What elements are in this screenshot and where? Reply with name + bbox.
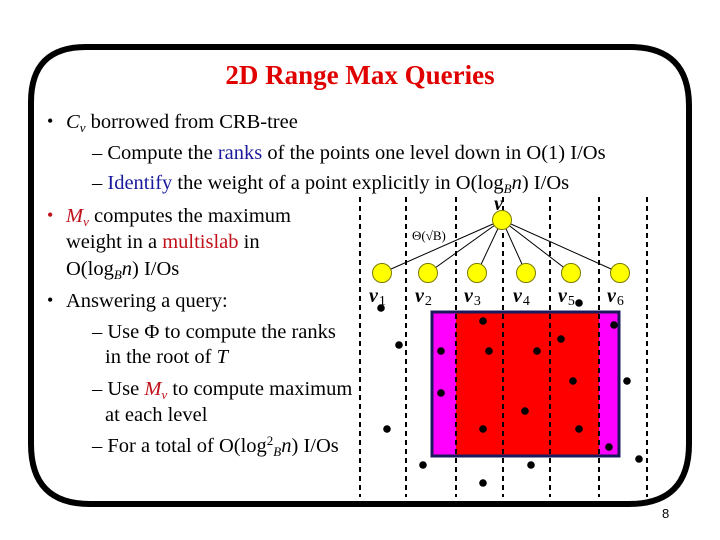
point-14 — [383, 425, 391, 433]
child-node-v2 — [418, 263, 438, 283]
fully-covered-slabs — [456, 313, 599, 455]
point-17 — [605, 443, 613, 451]
point-2 — [575, 299, 583, 307]
point-19 — [527, 461, 535, 469]
point-21 — [479, 479, 487, 487]
root-label: v — [494, 193, 504, 215]
point-4 — [437, 347, 445, 355]
point-6 — [485, 347, 493, 355]
point-18 — [419, 461, 427, 469]
child-label-v1: v1 — [369, 285, 386, 309]
point-7 — [533, 347, 541, 355]
point-5 — [479, 317, 487, 325]
child-node-v1 — [372, 263, 392, 283]
child-node-v5 — [561, 263, 581, 283]
multislab-diagram: v1 v2 v3 v4 v5 v6 Θ(√B) v — [359, 193, 648, 497]
point-20 — [635, 455, 643, 463]
point-9 — [610, 321, 618, 329]
child-label-v4: v4 — [513, 285, 530, 309]
point-15 — [479, 425, 487, 433]
child-label-v5: v5 — [558, 285, 575, 309]
point-10 — [437, 389, 445, 397]
child-label-v2: v2 — [415, 285, 432, 309]
point-16 — [575, 425, 583, 433]
point-3 — [395, 341, 403, 349]
point-11 — [569, 377, 577, 385]
point-12 — [623, 377, 631, 385]
child-label-v6: v6 — [607, 285, 624, 309]
query-rectangle — [430, 310, 621, 458]
child-label-v3: v3 — [464, 285, 481, 309]
child-node-v4 — [516, 263, 536, 283]
page-number: 8 — [662, 506, 670, 521]
point-8 — [557, 335, 565, 343]
child-node-v6 — [610, 263, 630, 283]
slide: 2D Range Max Queries • Cv borrowed from … — [0, 0, 720, 540]
fanout-label: Θ(√B) — [412, 228, 446, 243]
child-node-v3 — [467, 263, 487, 283]
point-13 — [521, 407, 529, 415]
